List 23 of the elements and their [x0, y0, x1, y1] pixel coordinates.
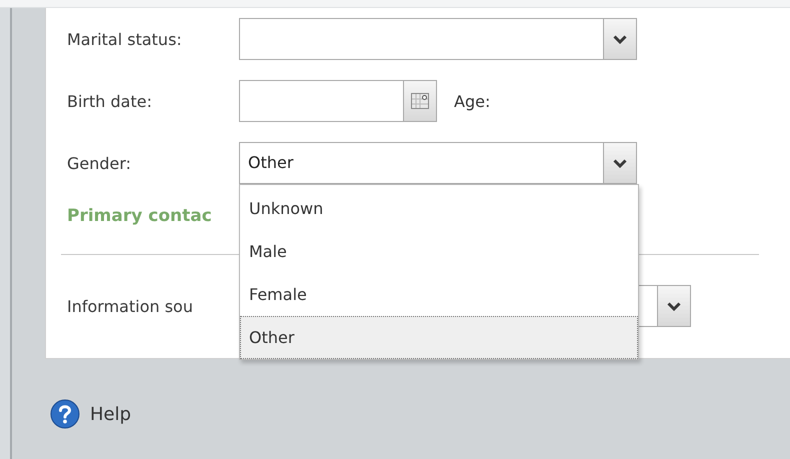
dropdown-option[interactable]: Female	[240, 273, 638, 316]
chevron-down-icon	[667, 302, 681, 310]
field-label: Birth date:	[67, 92, 153, 110]
dropdown-button[interactable]	[603, 143, 636, 183]
dropdown-option[interactable]: Other	[240, 316, 638, 359]
help-icon	[50, 399, 80, 429]
dropdown-button[interactable]	[657, 286, 690, 326]
chevron-down-icon	[613, 34, 627, 44]
dropdown-button[interactable]	[603, 19, 636, 59]
dropdown-option[interactable]: Unknown	[240, 187, 638, 230]
section-heading: Primary contac	[67, 206, 212, 226]
chevron-down-icon	[613, 158, 627, 168]
calendar-icon	[411, 93, 429, 109]
field-label: Marital status:	[67, 30, 183, 48]
field-label: Gender:	[67, 154, 132, 172]
dropdown-option[interactable]: Male	[240, 230, 638, 273]
age-label: Age:	[454, 92, 490, 110]
help-link[interactable]: Help	[90, 404, 132, 424]
calendar-button[interactable]	[404, 80, 437, 122]
dropdown-field[interactable]	[239, 18, 637, 60]
field-label: Information sou	[67, 296, 194, 316]
field-value: Other	[247, 152, 294, 174]
date-field[interactable]	[239, 80, 404, 122]
